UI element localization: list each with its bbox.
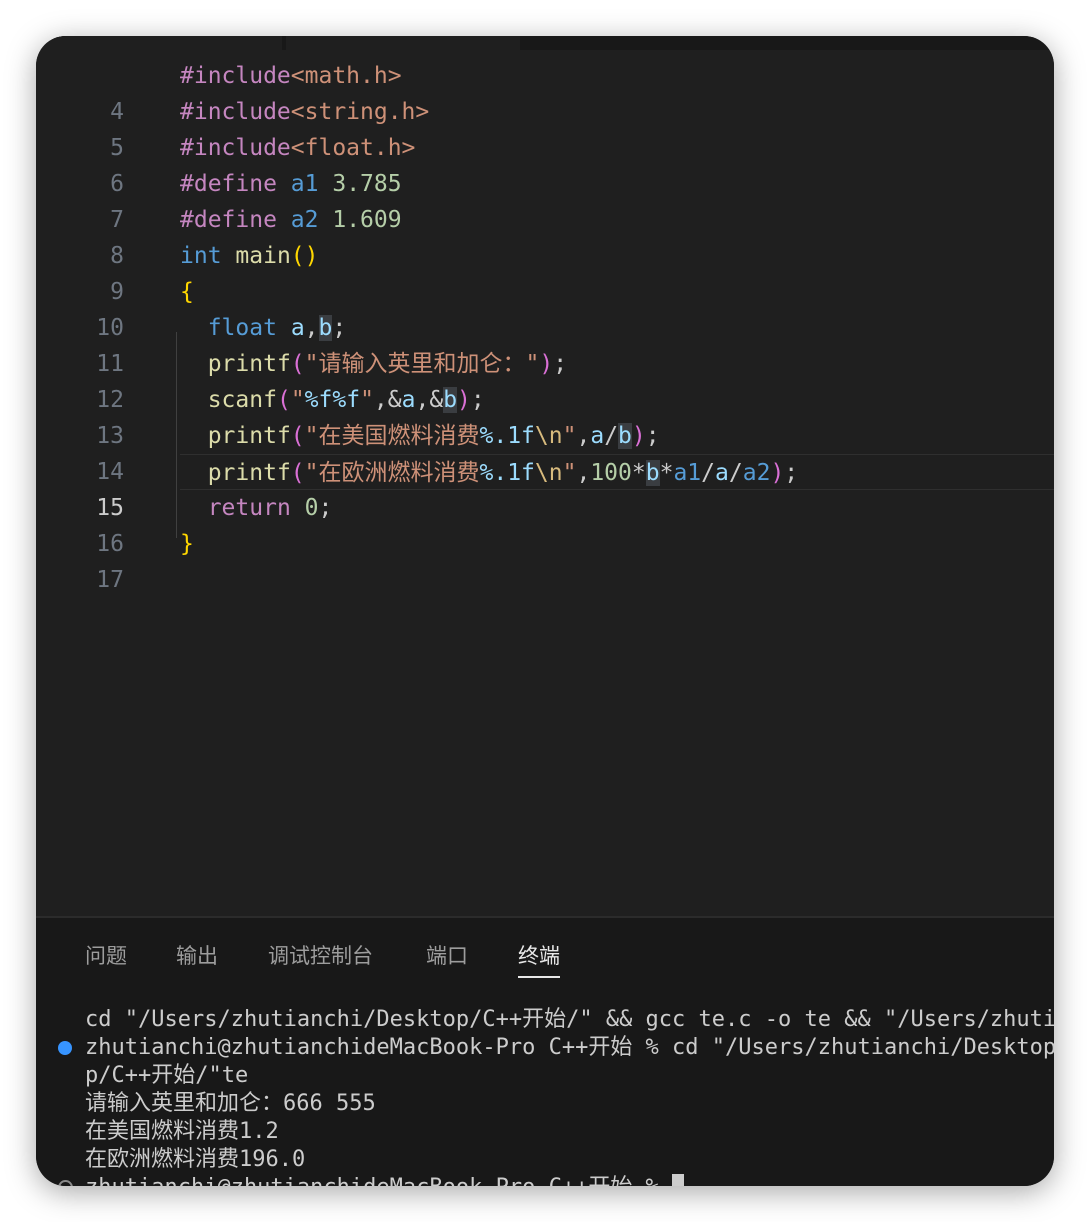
- terminal[interactable]: cd "/Users/zhutianchi/Desktop/C++开始/" &&…: [36, 982, 1054, 1186]
- terminal-prompt-line: zhutianchi@zhutianchideMacBook-Pro C++开始…: [85, 1174, 685, 1186]
- tab-debug-console[interactable]: 调试控制台: [268, 940, 373, 976]
- code-line[interactable]: 11 float a,b;: [36, 310, 1054, 377]
- line-code: printf("在美国燃料消费%.1f\n",a/b);: [207, 423, 660, 449]
- command-status-dot-icon[interactable]: [58, 1041, 72, 1055]
- code-line[interactable]: 6 #include<float.h>: [36, 130, 1054, 197]
- code-line[interactable]: 12 printf("请输入英里和加仑：");: [36, 346, 1054, 413]
- terminal-line: 在美国燃料消费1.2: [85, 1119, 279, 1144]
- terminal-cursor: [672, 1174, 685, 1186]
- editor-tab[interactable]: [36, 36, 282, 50]
- line-code: printf("在欧洲燃料消费%.1f\n",100*b*a1/a/a2);: [207, 460, 799, 486]
- code-editor[interactable]: 4 #include<math.h> 5 #include<string.h> …: [36, 50, 1054, 916]
- editor-tab-strip: [36, 36, 1054, 50]
- code-line[interactable]: 9 int main(): [36, 238, 1054, 305]
- line-code: #define a1 3.785: [180, 171, 402, 197]
- code-line[interactable]: 13 scanf("%f%f",&a,&b);: [36, 382, 1054, 449]
- code-line[interactable]: 8 #define a2 1.609: [36, 202, 1054, 269]
- terminal-line: 请输入英里和加仑：666 555: [85, 1091, 376, 1116]
- code-line[interactable]: 5 #include<string.h>: [36, 94, 1054, 161]
- code-line-current[interactable]: 15 printf("在欧洲燃料消费%.1f\n",100*b*a1/a/a2)…: [36, 454, 1054, 521]
- terminal-line: p/C++开始/"te: [85, 1063, 249, 1088]
- code-line[interactable]: 10 {: [36, 274, 1054, 341]
- line-code: return 0;: [207, 495, 333, 521]
- terminal-prompt: zhutianchi@zhutianchideMacBook-Pro C++开始…: [85, 1175, 672, 1186]
- terminal-line: 在欧洲燃料消费196.0: [85, 1147, 306, 1172]
- line-code: printf("请输入英里和加仑：");: [207, 351, 568, 377]
- code-line[interactable]: 14 printf("在美国燃料消费%.1f\n",a/b);: [36, 418, 1054, 485]
- line-code: {: [180, 279, 194, 305]
- code-line[interactable]: 4 #include<math.h>: [36, 58, 1054, 125]
- code-line[interactable]: 17 }: [36, 526, 1054, 593]
- terminal-line: zhutianchi@zhutianchideMacBook-Pro C++开始…: [85, 1035, 1054, 1060]
- command-status-dot-icon[interactable]: [58, 1180, 73, 1186]
- tab-terminal[interactable]: 终端: [518, 940, 560, 978]
- line-number: 17: [96, 567, 124, 593]
- panel-tabs: 问题 输出 调试控制台 端口 终端: [36, 918, 1054, 978]
- editor-tab[interactable]: [286, 36, 520, 50]
- bottom-panel: 问题 输出 调试控制台 端口 终端 cd "/Users/zhutianchi/…: [36, 916, 1054, 1186]
- tab-output[interactable]: 输出: [176, 940, 218, 976]
- line-code: #define a2 1.609: [180, 207, 402, 233]
- code-line[interactable]: 7 #define a1 3.785: [36, 166, 1054, 233]
- line-code: #include<float.h>: [180, 135, 416, 161]
- tab-problems[interactable]: 问题: [85, 940, 127, 976]
- line-code: float a,b;: [207, 315, 347, 341]
- code-line[interactable]: 16 return 0;: [36, 490, 1054, 557]
- vscode-window: 4 #include<math.h> 5 #include<string.h> …: [36, 36, 1054, 1186]
- line-code: #include<math.h>: [180, 63, 402, 89]
- line-code: #include<string.h>: [180, 99, 430, 125]
- line-code: int main(): [180, 243, 319, 269]
- line-code: }: [180, 531, 194, 557]
- line-code: scanf("%f%f",&a,&b);: [207, 387, 485, 413]
- tab-ports[interactable]: 端口: [426, 940, 468, 976]
- terminal-line: cd "/Users/zhutianchi/Desktop/C++开始/" &&…: [85, 1007, 1054, 1032]
